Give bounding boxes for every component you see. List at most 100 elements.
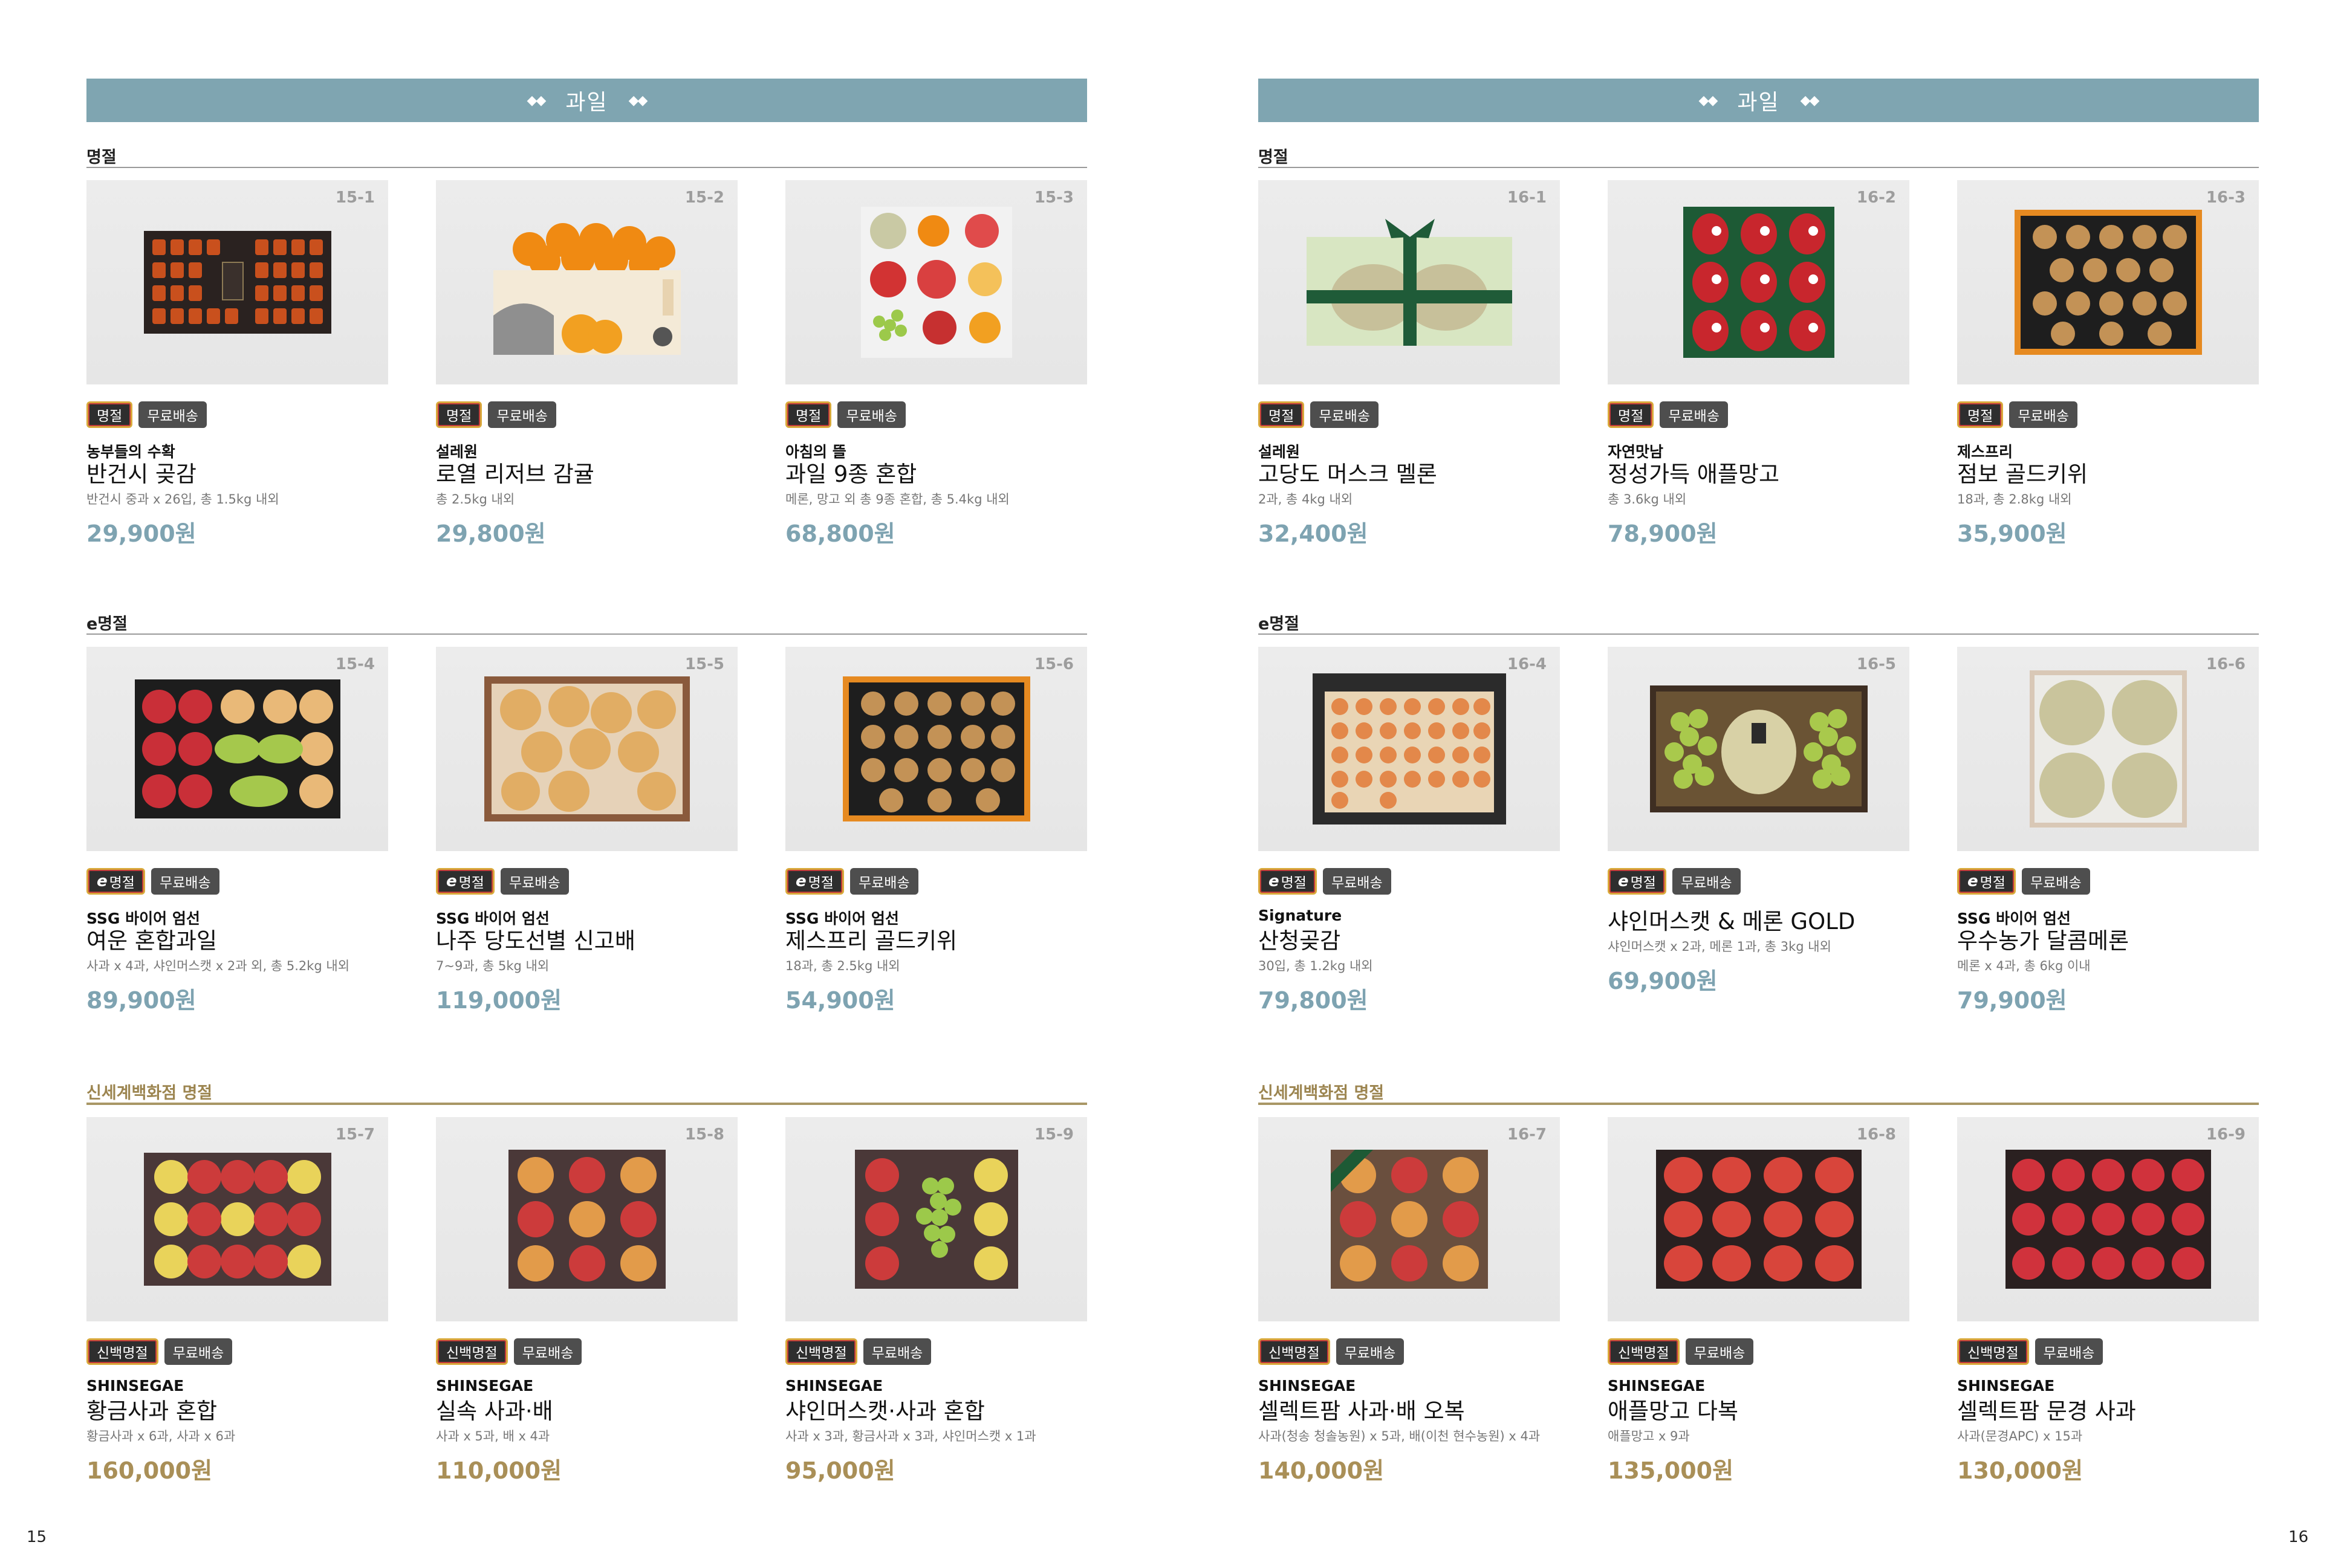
product-card[interactable]: 15-7 신백명절 무료배송 SHINSEGAE 황금사과 혼합 황금사과 x … bbox=[86, 1117, 388, 1484]
product-name[interactable]: 로열 리저브 감귤 bbox=[436, 459, 738, 490]
badge-row: 신백명절 무료배송 bbox=[1608, 1338, 1909, 1365]
product-name[interactable]: 셀렉트팜 사과·배 오복 bbox=[1258, 1396, 1560, 1427]
product-description: 애플망고 x 9과 bbox=[1608, 1429, 1690, 1443]
product-card[interactable]: 15-6 e 명절 무료배송 SSG 바이어 엄선 제스프리 골드키위 18과,… bbox=[785, 647, 1087, 1014]
badge-row: e 명절 무료배송 bbox=[1957, 868, 2259, 895]
product-name[interactable]: 과일 9종 혼합 bbox=[785, 459, 1087, 490]
product-card[interactable]: 15-5 e 명절 무료배송 SSG 바이어 엄선 나주 당도선별 신고배 7~9… bbox=[436, 647, 738, 1014]
product-price: 140,000원 bbox=[1258, 1457, 1385, 1484]
category-banner: ◆◆ 과일 ◆◆ bbox=[1258, 79, 2259, 122]
badge-row: e 명절 무료배송 bbox=[1608, 868, 1909, 895]
product-price: 29,900원 bbox=[86, 520, 196, 547]
e-letter: e bbox=[1268, 872, 1279, 890]
product-name[interactable]: 나주 당도선별 신고배 bbox=[436, 926, 738, 956]
event-badge: 명절 bbox=[785, 401, 832, 428]
e-event-badge: e 명절 bbox=[86, 868, 145, 895]
free-shipping-badge: 무료배송 bbox=[863, 1338, 932, 1365]
product-code: 16-7 bbox=[1507, 1126, 1547, 1144]
product-name[interactable]: 황금사과 혼합 bbox=[86, 1396, 388, 1427]
product-name[interactable]: 실속 사과·배 bbox=[436, 1396, 738, 1427]
product-name[interactable]: 샤인머스캣·사과 혼합 bbox=[785, 1396, 1087, 1427]
free-shipping-badge: 무료배송 bbox=[1672, 868, 1741, 895]
product-image-mixed-fruit: 15-3 bbox=[785, 180, 1087, 384]
product-card[interactable]: 16-2 명절 무료배송 자연맛남 정성가득 애플망고 총 3.6kg 내외 7… bbox=[1608, 180, 1909, 547]
shinsegae-event-badge: 신백명절 bbox=[1957, 1338, 2029, 1365]
product-name[interactable]: 정성가득 애플망고 bbox=[1608, 459, 1909, 490]
product-code: 16-1 bbox=[1507, 189, 1547, 207]
shinsegae-event-badge: 신백명절 bbox=[1608, 1338, 1680, 1365]
section-myeongjeol: 명절 16-1 명절 무료배송 설레원 고당도 머스크 멜론 2과, 총 4kg… bbox=[1258, 144, 2259, 547]
product-code: 15-9 bbox=[1034, 1126, 1074, 1144]
product-brand: 자연맛남 bbox=[1608, 443, 1664, 461]
product-code: 15-7 bbox=[335, 1126, 375, 1144]
product-image-apple-mango: 16-2 bbox=[1608, 180, 1909, 384]
product-brand: SHINSEGAE bbox=[1258, 1377, 1356, 1395]
product-description: 황금사과 x 6과, 사과 x 6과 bbox=[86, 1429, 236, 1443]
diamond-ornament-icon: ◆◆ bbox=[527, 92, 547, 108]
product-price: 29,800원 bbox=[436, 520, 546, 547]
product-brand: SSG 바이어 엄선 bbox=[1957, 910, 2071, 927]
product-name[interactable]: 제스프리 골드키위 bbox=[785, 926, 1087, 956]
diamond-ornament-icon: ◆◆ bbox=[628, 92, 648, 108]
free-shipping-badge: 무료배송 bbox=[1310, 401, 1379, 428]
product-card[interactable]: 16-9 신백명절 무료배송 SHINSEGAE 셀렉트팜 문경 사과 사과(문… bbox=[1957, 1117, 2259, 1484]
badge-label: 명절 bbox=[109, 875, 135, 891]
badge-label: 명절 bbox=[458, 875, 484, 891]
product-code: 16-3 bbox=[2206, 189, 2246, 207]
product-name[interactable]: 점보 골드키위 bbox=[1957, 459, 2259, 490]
product-name[interactable]: 여운 혼합과일 bbox=[86, 926, 388, 956]
product-name[interactable]: 애플망고 다복 bbox=[1608, 1396, 1909, 1427]
badge-label: 명절 bbox=[1281, 875, 1307, 891]
product-code: 15-4 bbox=[335, 655, 375, 673]
e-letter: e bbox=[1967, 872, 1978, 890]
section-title: 신세계백화점 명절 bbox=[1258, 1084, 1385, 1103]
shinsegae-event-badge: 신백명절 bbox=[785, 1338, 857, 1365]
product-card[interactable]: 15-4 e 명절 무료배송 SSG 바이어 엄선 여운 혼합과일 사과 x 4과… bbox=[86, 647, 388, 1014]
product-price: 130,000원 bbox=[1957, 1457, 2083, 1484]
free-shipping-badge: 무료배송 bbox=[1685, 1338, 1754, 1365]
product-price: 35,900원 bbox=[1957, 520, 2067, 547]
product-card[interactable]: 16-6 e 명절 무료배송 SSG 바이어 엄선 우수농가 달콤메론 메론 x … bbox=[1957, 647, 2259, 1014]
product-card[interactable]: 16-8 신백명절 무료배송 SHINSEGAE 애플망고 다복 애플망고 x … bbox=[1608, 1117, 1909, 1484]
free-shipping-badge: 무료배송 bbox=[849, 868, 918, 895]
product-code: 15-2 bbox=[684, 189, 724, 207]
product-name[interactable]: 산청곶감 bbox=[1258, 926, 1560, 956]
product-card[interactable]: 15-9 신백명절 무료배송 SHINSEGAE 샤인머스캣·사과 혼합 사과 … bbox=[785, 1117, 1087, 1484]
product-price: 78,900원 bbox=[1608, 520, 1718, 547]
product-name[interactable]: 샤인머스캣 & 메론 GOLD bbox=[1608, 907, 1909, 937]
product-name[interactable]: 고당도 머스크 멜론 bbox=[1258, 459, 1560, 490]
product-card[interactable]: 15-2 명절 무료배송 설레원 로열 리저브 감귤 총 2.5kg 내외 29… bbox=[436, 180, 738, 547]
product-description: 총 3.6kg 내외 bbox=[1608, 492, 1687, 507]
badge-row: 신백명절 무료배송 bbox=[785, 1338, 1087, 1365]
badge-row: 명절 무료배송 bbox=[86, 401, 388, 428]
product-card[interactable]: 16-4 e 명절 무료배송 Signature 산청곶감 30입, 총 1.2… bbox=[1258, 647, 1560, 1014]
badge-row: e 명절 무료배송 bbox=[1258, 868, 1560, 895]
product-card[interactable]: 16-3 명절 무료배송 제스프리 점보 골드키위 18과, 총 2.8kg 내… bbox=[1957, 180, 2259, 547]
product-brand: SHINSEGAE bbox=[785, 1377, 883, 1395]
product-description: 사과 x 4과, 샤인머스캣 x 2과 외, 총 5.2kg 내외 bbox=[86, 959, 350, 973]
product-card[interactable]: 15-8 신백명절 무료배송 SHINSEGAE 실속 사과·배 사과 x 5과… bbox=[436, 1117, 738, 1484]
product-card[interactable]: 16-1 명절 무료배송 설레원 고당도 머스크 멜론 2과, 총 4kg 내외… bbox=[1258, 180, 1560, 547]
badge-label: 명절 bbox=[1979, 875, 2005, 891]
badge-row: 명절 무료배송 bbox=[436, 401, 738, 428]
product-price: 135,000원 bbox=[1608, 1457, 1734, 1484]
badge-row: 명절 무료배송 bbox=[1608, 401, 1909, 428]
product-name[interactable]: 우수농가 달콤메론 bbox=[1957, 926, 2259, 956]
section-title: 신세계백화점 명절 bbox=[86, 1084, 213, 1103]
e-letter: e bbox=[1618, 872, 1629, 890]
section-title: e명절 bbox=[86, 615, 128, 633]
product-name[interactable]: 반건시 곶감 bbox=[86, 459, 388, 490]
badge-row: e 명절 무료배송 bbox=[785, 868, 1087, 895]
product-description: 메론 x 4과, 총 6kg 이내 bbox=[1957, 959, 2091, 973]
product-card[interactable]: 15-1 명절 무료배송 농부들의 수확 반건시 곶감 반건시 중과 x 26입… bbox=[86, 180, 388, 547]
free-shipping-badge: 무료배송 bbox=[151, 868, 219, 895]
product-card[interactable]: 16-5 e 명절 무료배송 샤인머스캣 & 메론 GOLD 샤인머스캣 x 2… bbox=[1608, 647, 1909, 1009]
e-letter: e bbox=[446, 872, 457, 890]
product-card[interactable]: 15-3 명절 무료배송 아침의 뜰 과일 9종 혼합 메론, 망고 외 총 9… bbox=[785, 180, 1087, 547]
free-shipping-badge: 무료배송 bbox=[1336, 1338, 1405, 1365]
badge-row: e 명절 무료배송 bbox=[86, 868, 388, 895]
e-event-badge: e 명절 bbox=[1608, 868, 1666, 895]
product-brand: SHINSEGAE bbox=[436, 1377, 534, 1395]
product-name[interactable]: 셀렉트팜 문경 사과 bbox=[1957, 1396, 2259, 1427]
product-card[interactable]: 16-7 신백명절 무료배송 SHINSEGAE 셀렉트팜 사과·배 오복 사과… bbox=[1258, 1117, 1560, 1484]
